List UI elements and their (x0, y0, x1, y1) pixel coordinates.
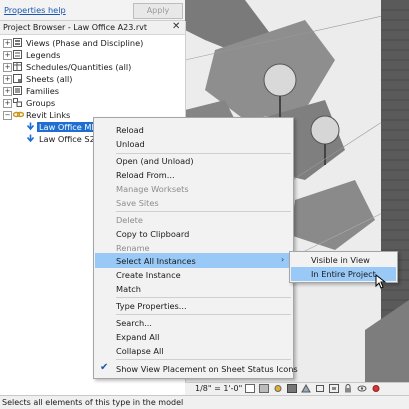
mouse-pointer-icon (375, 274, 387, 289)
menu-item-label: Match (116, 284, 141, 294)
legends-icon (13, 50, 22, 59)
crop-view-icon[interactable] (315, 384, 325, 393)
reveal-hidden-icon[interactable] (371, 384, 381, 393)
submenu-item-visible-in-view[interactable]: Visible in View (291, 253, 396, 267)
menu-item-reload[interactable]: Reload (95, 122, 292, 137)
menu-item-label: Rename (116, 243, 150, 253)
menu-item-label: Reload From... (116, 170, 175, 180)
tree-item-legends[interactable]: + Legends (0, 49, 185, 61)
revit-links-icon (13, 111, 24, 118)
detail-level-icon[interactable] (245, 384, 255, 393)
project-browser-title: Project Browser - Law Office A23.rvt (3, 23, 147, 32)
tree-item-schedules[interactable]: + Schedules/Quantities (all) (0, 61, 185, 73)
menu-item-select-all-instances[interactable]: Select All Instances › (95, 253, 292, 268)
tree-item-views[interactable]: + Views (Phase and Discipline) (0, 37, 185, 49)
tree-item-families[interactable]: + Families (0, 85, 185, 97)
menu-item-unload[interactable]: Unload (95, 136, 292, 151)
menu-item-manage-worksets: Manage Worksets (95, 181, 292, 196)
menu-item-label: Open (and Unload) (116, 156, 194, 166)
link-icon (26, 134, 35, 143)
menu-separator (116, 359, 291, 360)
menu-item-label: Manage Worksets (116, 184, 189, 194)
schedules-icon (13, 62, 22, 71)
menu-item-type-properties[interactable]: Type Properties... (95, 298, 292, 313)
shadows-icon[interactable] (287, 384, 297, 393)
tree-item-groups[interactable]: + Groups (0, 97, 185, 109)
expand-icon[interactable]: + (3, 51, 12, 60)
menu-item-label: Copy to Clipboard (116, 229, 190, 239)
menu-item-expand-all[interactable]: Expand All (95, 329, 292, 344)
status-bar: Selects all elements of this type in the… (0, 395, 409, 409)
tree-item-label: Legends (26, 50, 61, 60)
show-crop-region-icon[interactable] (329, 384, 339, 393)
menu-item-label: Reload (116, 125, 144, 135)
lock-view-icon[interactable] (343, 384, 353, 393)
tree-item-label: Views (Phase and Discipline) (26, 38, 144, 48)
link-icon (26, 122, 35, 131)
view-control-bar: 1/8" = 1'-0" (185, 382, 409, 395)
tree-item-label: Families (26, 86, 60, 96)
menu-item-label: Save Sites (116, 198, 159, 208)
menu-item-label: Expand All (116, 332, 160, 342)
context-menu: Reload Unload Open (and Unload) Reload F… (93, 117, 298, 379)
menu-item-copy-to-clipboard[interactable]: Copy to Clipboard (95, 226, 292, 241)
render-icon[interactable] (301, 384, 311, 393)
checkmark-icon: ✔ (100, 362, 109, 373)
menu-item-label: Visible in View (311, 255, 370, 265)
expand-icon[interactable]: + (3, 75, 12, 84)
menu-item-search[interactable]: Search... (95, 315, 292, 330)
expand-icon[interactable]: + (3, 99, 12, 108)
menu-item-match[interactable]: Match (95, 281, 292, 296)
close-icon[interactable]: ✕ (172, 21, 180, 32)
tree-item-label: Sheets (all) (26, 74, 73, 84)
menu-item-label: Show View Placement on Sheet Status Icon… (116, 364, 298, 374)
properties-help-link[interactable]: Properties help (4, 5, 66, 15)
menu-item-create-instance[interactable]: Create Instance (95, 267, 292, 282)
groups-icon (13, 98, 22, 107)
expand-icon[interactable]: + (3, 63, 12, 72)
sun-path-icon[interactable] (273, 384, 283, 393)
menu-item-reload-from[interactable]: Reload From... (95, 167, 292, 182)
menu-item-label: Create Instance (116, 270, 181, 280)
collapse-icon[interactable]: − (3, 111, 12, 120)
menu-item-label: In Entire Project (311, 269, 376, 279)
properties-bar: Properties help Apply (0, 0, 185, 21)
views-icon (13, 38, 22, 47)
sheets-icon (13, 74, 22, 83)
visual-style-icon[interactable] (259, 384, 269, 393)
menu-item-show-view-placement[interactable]: ✔ Show View Placement on Sheet Status Ic… (95, 361, 298, 376)
menu-item-delete: Delete (95, 212, 292, 227)
apply-button[interactable]: Apply (133, 3, 183, 19)
expand-icon[interactable]: + (3, 39, 12, 48)
menu-item-label: Type Properties... (116, 301, 187, 311)
temporary-hide-icon[interactable] (357, 384, 367, 393)
families-icon (13, 86, 22, 95)
menu-item-label: Unload (116, 139, 145, 149)
menu-item-label: Delete (116, 215, 143, 225)
tree-item-label: Groups (26, 98, 56, 108)
tree-item-label: Revit Links (26, 110, 71, 120)
tree-item-label: Schedules/Quantities (all) (26, 62, 132, 72)
project-browser-title-bar: Project Browser - Law Office A23.rvt ✕ (0, 21, 185, 35)
expand-icon[interactable]: + (3, 87, 12, 96)
menu-item-label: Search... (116, 318, 152, 328)
menu-item-save-sites: Save Sites (95, 195, 292, 210)
status-text: Selects all elements of this type in the… (2, 398, 184, 407)
menu-item-open-and-unload[interactable]: Open (and Unload) (95, 153, 292, 168)
menu-item-collapse-all[interactable]: Collapse All (95, 343, 292, 358)
tree-item-sheets[interactable]: + Sheets (all) (0, 73, 185, 85)
menu-item-label: Collapse All (116, 346, 164, 356)
menu-item-label: Select All Instances (116, 256, 196, 266)
view-scale[interactable]: 1/8" = 1'-0" (195, 384, 242, 393)
chevron-right-icon: › (281, 255, 285, 264)
